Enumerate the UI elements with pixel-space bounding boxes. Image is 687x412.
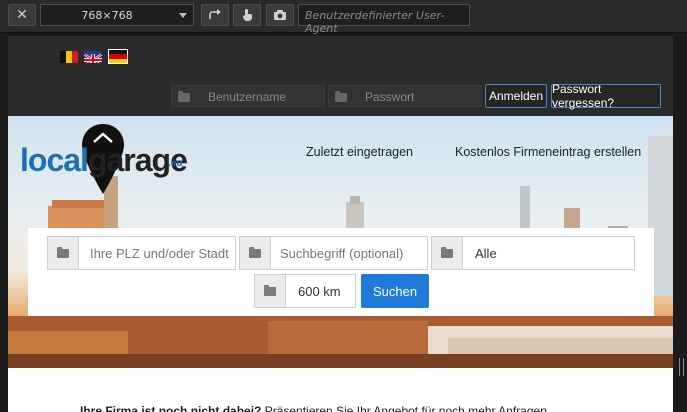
- camera-icon[interactable]: [266, 4, 294, 26]
- username-field[interactable]: Benutzername: [171, 85, 325, 107]
- term-placeholder: Suchbegriff (optional): [280, 246, 404, 261]
- touch-icon[interactable]: [233, 4, 261, 26]
- device-size-select[interactable]: 768×768: [40, 4, 194, 26]
- logo-wordmark: localgarage: [20, 142, 188, 179]
- page-viewport: Benutzername Passwort Anmelden Passwort …: [8, 36, 673, 412]
- promo-rest: Präsentieren Sie Ihr Angebot für noch me…: [261, 404, 547, 412]
- radius-value: 600 km: [298, 284, 341, 299]
- close-icon[interactable]: ✕: [8, 4, 36, 26]
- user-agent-input[interactable]: Benutzerdefinierter User-Agent: [298, 4, 470, 35]
- folder-icon: [255, 275, 286, 307]
- search-button[interactable]: Suchen: [361, 274, 429, 308]
- devtools-toolbar: ✕ 768×768 Benutzerdefinierter User-Agent: [0, 0, 687, 35]
- hero-section: localgarage .eu Zuletzt eingetragen Kost…: [8, 116, 673, 368]
- promo-bold: Ihre Firma ist noch nicht dabei?: [80, 404, 262, 412]
- nav-recent-link[interactable]: Zuletzt eingetragen: [306, 145, 413, 159]
- nav-free-listing-link[interactable]: Kostenlos Firmeneintrag erstellen: [455, 145, 641, 159]
- device-size-value: 768×768: [81, 9, 133, 22]
- folder-icon: [432, 237, 463, 269]
- resize-handle[interactable]: [679, 358, 684, 376]
- password-field[interactable]: Passwort: [328, 85, 482, 107]
- location-placeholder: Ihre PLZ und/oder Stadt: [90, 246, 229, 261]
- radius-select[interactable]: 600 km: [254, 274, 356, 308]
- logo-local: local: [20, 142, 89, 178]
- flag-en-icon[interactable]: [84, 51, 102, 63]
- folder-icon: [240, 237, 271, 269]
- category-value: Alle: [475, 246, 497, 261]
- username-placeholder: Benutzername: [208, 90, 287, 104]
- folder-icon: [335, 91, 347, 105]
- folder-icon: [178, 91, 190, 105]
- location-input[interactable]: Ihre PLZ und/oder Stadt: [47, 236, 236, 270]
- folder-icon: [48, 237, 79, 269]
- flag-nl-icon[interactable]: [60, 51, 78, 63]
- term-input[interactable]: Suchbegriff (optional): [239, 236, 428, 270]
- site-header: Benutzername Passwort Anmelden Passwort …: [8, 36, 673, 116]
- login-button[interactable]: Anmelden: [485, 84, 547, 108]
- chevron-down-icon: [179, 13, 187, 18]
- logo-tld: .eu: [168, 158, 183, 169]
- password-placeholder: Passwort: [365, 90, 415, 104]
- search-panel: Ihre PLZ und/oder Stadt Suchbegriff (opt…: [28, 228, 654, 316]
- rotate-icon[interactable]: [201, 4, 229, 26]
- flag-de-icon[interactable]: [108, 49, 128, 64]
- category-select[interactable]: Alle: [431, 236, 635, 270]
- promo-text: Ihre Firma ist noch nicht dabei? Präsent…: [80, 404, 547, 412]
- forgot-password-button[interactable]: Passwort vergessen?: [551, 82, 661, 110]
